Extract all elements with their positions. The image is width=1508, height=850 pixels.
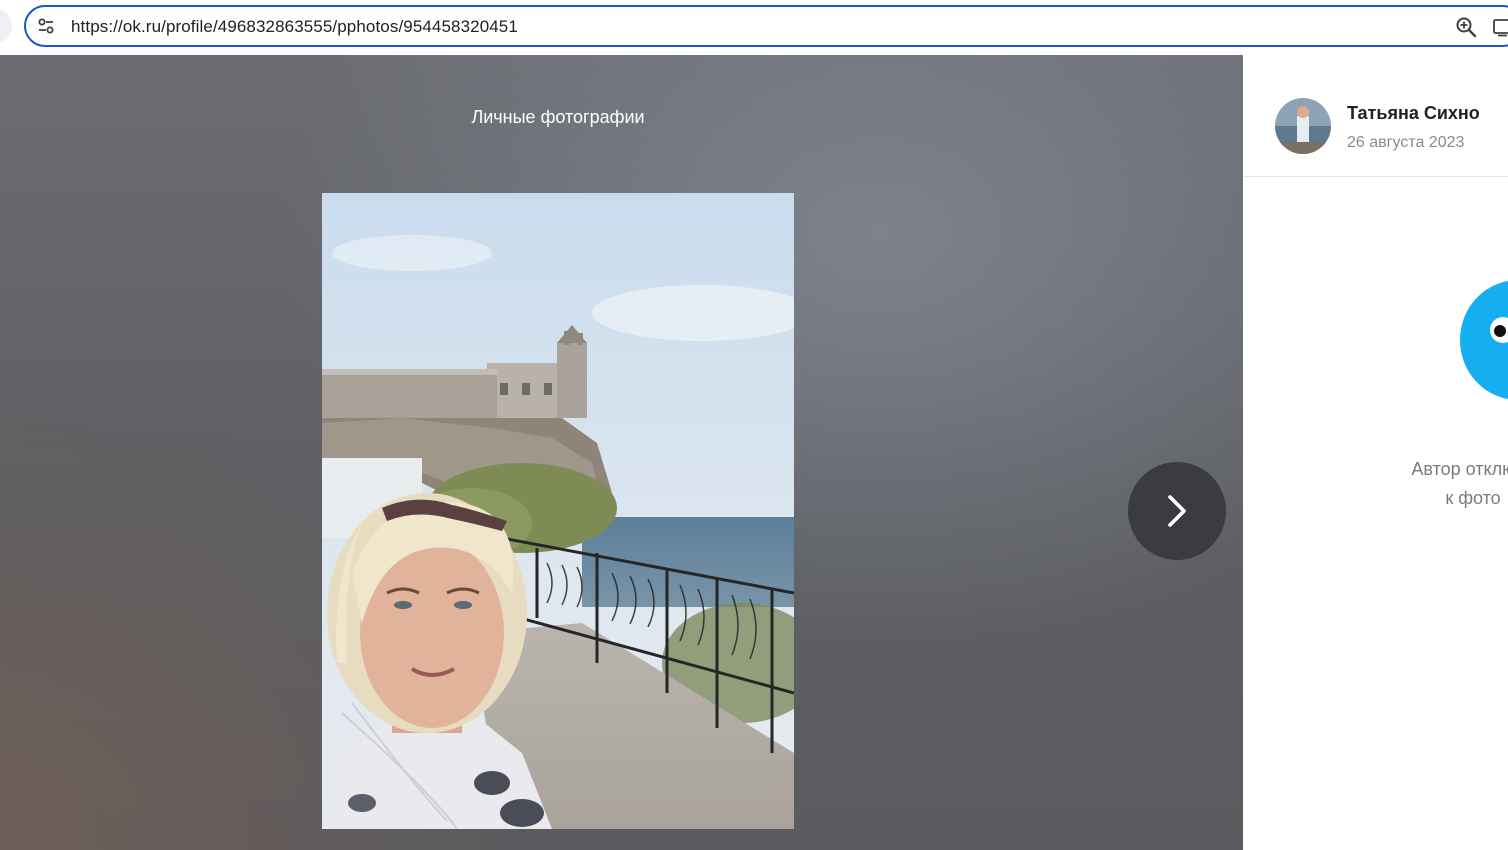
chevron-right-icon (1168, 495, 1186, 527)
zoom-in-icon[interactable] (1455, 16, 1477, 38)
post-date: 26 августа 2023 (1347, 134, 1465, 151)
avatar[interactable] (1275, 98, 1331, 154)
back-button[interactable] (0, 8, 12, 44)
comments-disabled-line-2: к фото (1445, 488, 1501, 508)
photo-viewer: Личные фотографии (0, 55, 1243, 850)
next-photo-button[interactable] (1128, 462, 1226, 560)
cast-icon[interactable] (1492, 16, 1508, 38)
comments-disabled-line-1: Автор отключи (1411, 459, 1508, 479)
photo[interactable] (322, 193, 794, 829)
author-name[interactable]: Татьяна Сихно (1347, 103, 1480, 124)
tune-icon[interactable] (36, 16, 56, 36)
photo-info-panel: Татьяна Сихно 26 августа 2023 Автор откл… (1243, 55, 1508, 850)
url-text[interactable]: https://ok.ru/profile/496832863555/pphot… (71, 17, 518, 37)
author-header: Татьяна Сихно 26 августа 2023 (1243, 55, 1508, 177)
album-title: Личные фотографии (471, 107, 645, 127)
address-bar[interactable]: https://ok.ru/profile/496832863555/pphot… (24, 5, 1508, 47)
browser-toolbar: https://ok.ru/profile/496832863555/pphot… (0, 0, 1508, 55)
ok-mascot-icon (1453, 280, 1508, 405)
comments-disabled-note: Автор отключи к фото (1373, 455, 1508, 513)
